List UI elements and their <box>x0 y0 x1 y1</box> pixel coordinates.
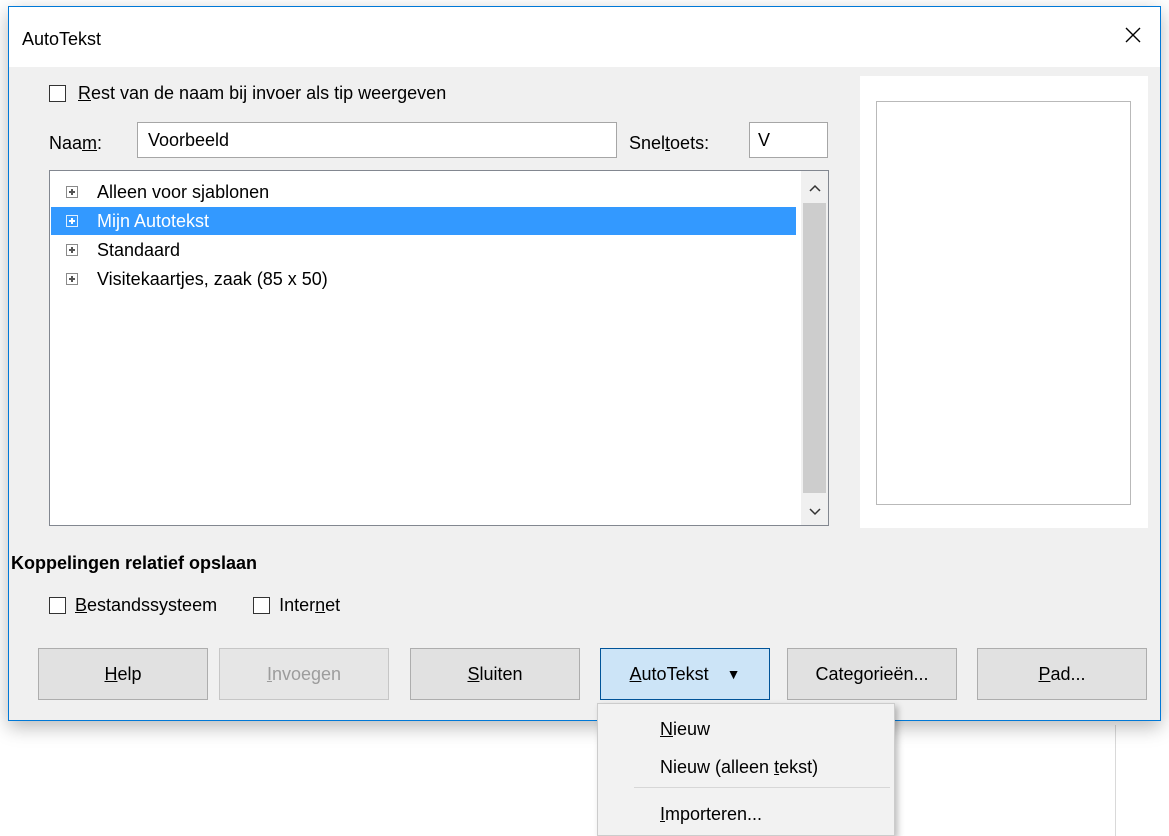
tree-item-visitekaartjes[interactable]: Visitekaartjes, zaak (85 x 50) <box>51 265 796 293</box>
expand-icon[interactable] <box>66 244 78 256</box>
internet-checkbox[interactable] <box>253 597 271 614</box>
filesystem-checkbox[interactable] <box>49 597 66 614</box>
scroll-down-button[interactable] <box>801 495 828 525</box>
expand-icon[interactable] <box>66 186 78 198</box>
internet-option[interactable]: Internet <box>253 595 340 616</box>
show-tip-option[interactable]: Rest van de naam bij invoer als tip weer… <box>49 83 446 104</box>
background-document-page-edge <box>1115 725 1116 836</box>
tree-item-alleen-voor-sjablonen[interactable]: Alleen voor sjablonen <box>51 178 796 206</box>
tree-item-mijn-autotekst[interactable]: Mijn Autotekst <box>51 207 796 235</box>
dropdown-arrow-icon: ▼ <box>726 666 741 682</box>
menu-item-new[interactable]: Nieuw <box>660 719 710 740</box>
preview-area <box>860 76 1148 528</box>
name-input[interactable] <box>137 122 617 158</box>
path-button[interactable]: Pad... <box>977 648 1147 700</box>
shortcut-label: Sneltoets: <box>629 133 710 153</box>
links-section-heading: Koppelingen relatief opslaan <box>11 553 258 573</box>
menu-item-import[interactable]: Importeren... <box>660 804 762 825</box>
show-tip-checkbox[interactable] <box>49 85 66 102</box>
internet-label: Internet <box>279 595 341 615</box>
close-dialog-button[interactable]: Sluiten <box>410 648 580 700</box>
autotext-dropdown-menu: Nieuw Nieuw (alleen tekst) Importeren... <box>597 703 895 836</box>
scroll-thumb[interactable] <box>803 203 826 493</box>
close-icon <box>1124 26 1142 49</box>
insert-button[interactable]: Invoegen <box>219 648 389 700</box>
chevron-down-icon <box>808 500 821 521</box>
scroll-up-button[interactable] <box>801 171 828 201</box>
expand-icon[interactable] <box>66 215 78 227</box>
dialog-title: AutoTekst <box>22 29 102 49</box>
tree-item-standaard[interactable]: Standaard <box>51 236 796 264</box>
autotext-dialog: AutoTekst Rest van de naam bij invoer al… <box>8 6 1161 721</box>
tree-item-label: Standaard <box>97 239 181 260</box>
chevron-up-icon <box>808 176 821 197</box>
shortcut-input[interactable] <box>749 122 828 158</box>
name-label: Naam: <box>49 133 103 153</box>
filesystem-label: Bestandssysteem <box>75 595 218 615</box>
tree-item-label: Visitekaartjes, zaak (85 x 50) <box>97 268 328 289</box>
categories-button[interactable]: Cate g orieën... <box>787 648 957 700</box>
menu-item-new-text-only[interactable]: Nieuw (alleen tekst) <box>660 757 818 778</box>
menu-separator <box>634 787 890 788</box>
tree-item-label: Alleen voor sjablonen <box>97 181 270 202</box>
tree-item-label: Mijn Autotekst <box>97 210 210 231</box>
show-tip-label: Rest van de naam bij invoer als tip weer… <box>78 83 447 103</box>
expand-icon[interactable] <box>66 273 78 285</box>
links-options: Bestandssysteem Internet <box>49 595 376 616</box>
title-bar: AutoTekst <box>9 7 1160 67</box>
help-button[interactable]: Help <box>38 648 208 700</box>
preview-page <box>876 101 1131 505</box>
autotext-category-tree[interactable]: Alleen voor sjablonen Mijn Autotekst Sta… <box>49 170 829 526</box>
close-button[interactable] <box>1106 7 1160 67</box>
filesystem-option[interactable]: Bestandssysteem <box>49 595 217 616</box>
tree-scrollbar[interactable] <box>801 171 828 525</box>
autotext-menu-button[interactable]: AutoTekst ▼ <box>600 648 770 700</box>
